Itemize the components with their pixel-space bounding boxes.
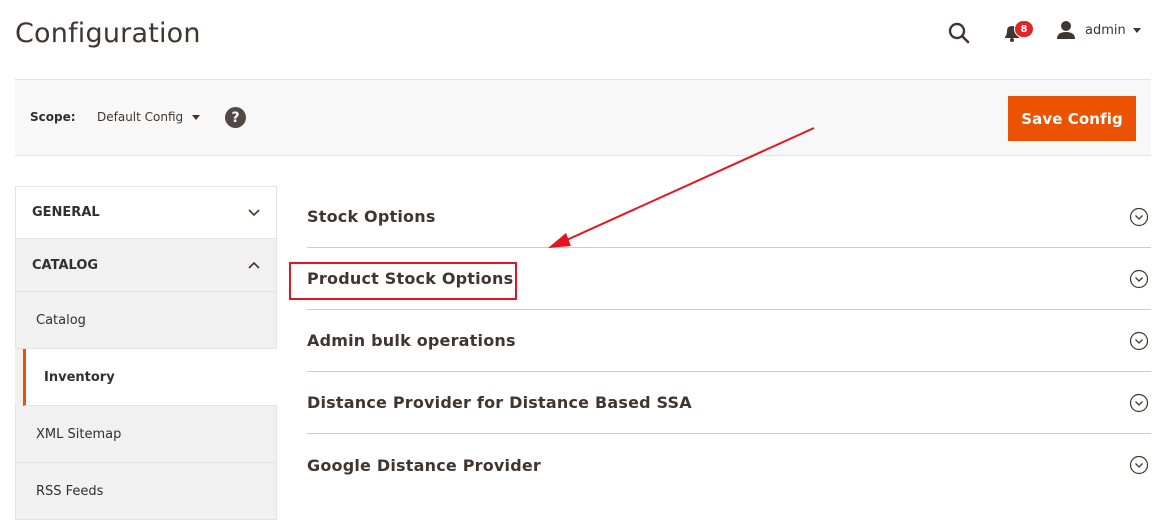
group-title: Google Distance Provider <box>307 455 542 475</box>
expand-circle-icon[interactable] <box>1129 455 1149 475</box>
group-title: Stock Options <box>307 207 436 226</box>
expand-circle-icon[interactable] <box>1129 393 1149 413</box>
sidebar-item-label: RSS Feeds <box>36 483 104 499</box>
group-title: Admin bulk operations <box>307 331 516 350</box>
config-groups: Stock Options Product Stock Options Admi… <box>307 186 1151 496</box>
user-menu[interactable]: admin <box>1056 20 1141 40</box>
sidebar-item-label: Catalog <box>36 312 86 328</box>
sidebar-section-general[interactable]: GENERAL <box>15 186 277 239</box>
expand-circle-icon[interactable] <box>1129 269 1149 289</box>
caret-down-icon <box>192 114 201 120</box>
group-title: Product Stock Options <box>307 269 514 288</box>
search-button[interactable] <box>947 21 971 45</box>
scope-label: Scope: <box>30 110 76 124</box>
group-product-stock-options[interactable]: Product Stock Options <box>307 248 1151 310</box>
sidebar-section-label: CATALOG <box>32 257 99 273</box>
sidebar-item-label: Inventory <box>44 369 115 385</box>
search-icon <box>948 22 970 44</box>
caret-down-icon <box>1132 27 1141 33</box>
user-icon <box>1057 21 1075 39</box>
scope-switcher[interactable]: Default Config <box>97 110 201 124</box>
config-sidebar: GENERAL CATALOG Catalog Inventory XML Si… <box>15 186 277 520</box>
sidebar-catalog-items: Catalog Inventory XML Sitemap RSS Feeds <box>15 292 277 520</box>
sidebar-item-catalog[interactable]: Catalog <box>15 292 277 349</box>
sidebar-section-catalog[interactable]: CATALOG <box>15 239 277 292</box>
group-stock-options[interactable]: Stock Options <box>307 186 1151 248</box>
sidebar-item-label: XML Sitemap <box>36 426 122 442</box>
notification-count-badge[interactable]: 8 <box>1014 20 1034 38</box>
save-config-button[interactable]: Save Config <box>1008 96 1136 141</box>
scope-value: Default Config <box>97 110 184 124</box>
chevron-down-icon <box>248 208 260 216</box>
sidebar-section-label: GENERAL <box>32 205 100 220</box>
help-icon[interactable]: ? <box>225 107 246 128</box>
sidebar-item-rss-feeds[interactable]: RSS Feeds <box>15 463 277 520</box>
chevron-up-icon <box>248 261 260 269</box>
sidebar-item-xml-sitemap[interactable]: XML Sitemap <box>15 406 277 463</box>
expand-circle-icon[interactable] <box>1129 331 1149 351</box>
user-name: admin <box>1085 22 1126 38</box>
group-google-distance-provider[interactable]: Google Distance Provider <box>307 434 1151 496</box>
expand-circle-icon[interactable] <box>1129 207 1149 227</box>
scope-bar: Scope: Default Config ? Save Config <box>15 79 1151 156</box>
group-admin-bulk-operations[interactable]: Admin bulk operations <box>307 310 1151 372</box>
page-title: Configuration <box>15 18 201 49</box>
group-title: Distance Provider for Distance Based SSA <box>307 393 692 412</box>
sidebar-item-inventory[interactable]: Inventory <box>23 349 277 406</box>
group-distance-provider-ssa[interactable]: Distance Provider for Distance Based SSA <box>307 372 1151 434</box>
